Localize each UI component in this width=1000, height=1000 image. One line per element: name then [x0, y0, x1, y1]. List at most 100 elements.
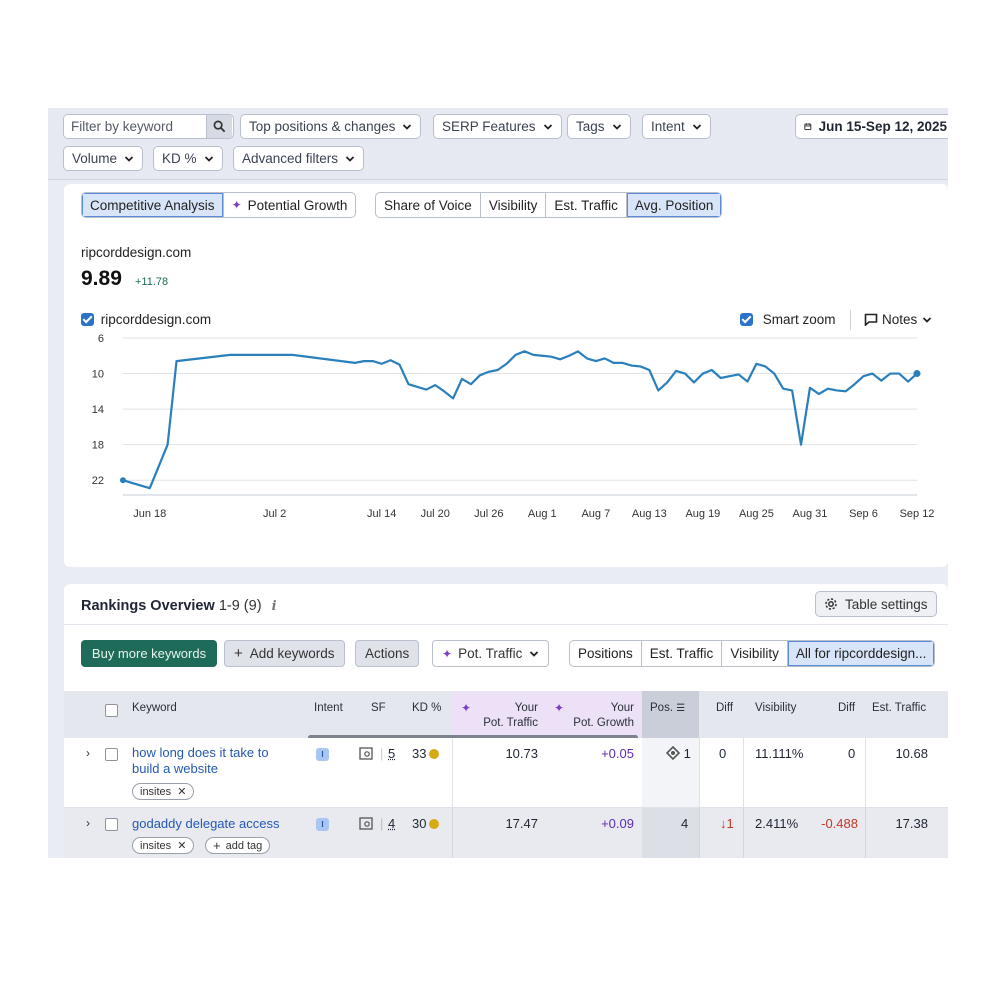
smart-zoom-toggle[interactable]: Smart zoom: [740, 312, 836, 327]
col-intent[interactable]: Intent: [314, 702, 343, 714]
visibility-cell: 11.111%: [755, 746, 804, 761]
tag-label: insites: [140, 839, 172, 852]
tab-visibility[interactable]: Visibility: [481, 193, 547, 217]
note-icon: [864, 313, 878, 326]
summary-delta: +11.78: [135, 276, 169, 288]
smart-zoom-checkbox[interactable]: [740, 313, 753, 326]
pot-traffic-dropdown[interactable]: ✦ Pot. Traffic: [432, 640, 550, 667]
col-kd[interactable]: KD %: [412, 702, 441, 714]
col-pos-label: Pos.: [650, 702, 674, 714]
divider: |: [380, 816, 384, 831]
chart-card: Competitive Analysis ✦ Potential Growth S…: [64, 184, 948, 567]
col-your-pot-growth-line2: Pot. Growth: [573, 717, 634, 729]
tab-share-of-voice[interactable]: Share of Voice: [376, 193, 481, 217]
gear-icon: [825, 598, 837, 610]
pot-growth-cell: +0.05: [601, 746, 634, 761]
row-checkbox[interactable]: [105, 818, 118, 831]
col-visibility[interactable]: Visibility: [755, 702, 796, 714]
col-your-pot-traffic-line1: Your: [514, 702, 538, 714]
kd-dropdown[interactable]: KD %: [153, 146, 223, 171]
row-checkbox[interactable]: [105, 748, 118, 761]
col-your-pot-traffic[interactable]: Your Pot. Traffic: [474, 701, 538, 731]
expand-icon[interactable]: ›: [86, 746, 90, 760]
top-positions-dropdown[interactable]: Top positions & changes: [240, 114, 422, 139]
tab-avg-position[interactable]: Avg. Position: [626, 193, 722, 217]
sf-count[interactable]: 5: [388, 746, 395, 761]
keyword-link[interactable]: godaddy delegate access: [132, 816, 279, 832]
divider: [699, 738, 700, 808]
tags-label: Tags: [576, 119, 605, 134]
tab-potential-growth-label: Potential Growth: [247, 197, 348, 213]
chevron-down-icon: [692, 123, 701, 130]
tab-competitive-analysis[interactable]: Competitive Analysis: [82, 193, 224, 217]
tab-visibility-view[interactable]: Visibility: [722, 641, 788, 666]
buy-more-keywords-button[interactable]: Buy more keywords: [81, 640, 217, 667]
search-icon[interactable]: [206, 115, 232, 138]
serp-feature-icon: [359, 747, 373, 763]
kd-label: KD %: [162, 151, 197, 166]
y-tick-label: 18: [92, 440, 104, 452]
divider: [452, 808, 453, 858]
add-tag-label: add tag: [225, 839, 263, 852]
tab-est-traffic[interactable]: Est. Traffic: [546, 193, 627, 217]
x-tick-label: Sep 12: [900, 508, 935, 520]
tag-chip[interactable]: insites ✕: [132, 783, 195, 800]
intent-dropdown[interactable]: Intent: [642, 114, 711, 139]
col-diff[interactable]: Diff: [716, 702, 733, 714]
tab-competitive-analysis-label: Competitive Analysis: [90, 197, 215, 213]
add-tag-button[interactable]: + add tag: [205, 837, 271, 854]
notes-dropdown[interactable]: Notes: [864, 312, 932, 327]
sort-icon: ☰: [676, 703, 686, 714]
sf-count[interactable]: 4: [388, 816, 395, 831]
close-icon[interactable]: ✕: [177, 839, 186, 852]
tags-dropdown[interactable]: Tags: [567, 114, 631, 139]
kd-difficulty-dot: [429, 819, 440, 829]
tab-all-for-domain-label: All for ripcorddesign...: [795, 646, 927, 661]
keyword-link[interactable]: how long does it take to build a website: [132, 745, 269, 777]
serp-features-dropdown[interactable]: SERP Features: [433, 114, 562, 139]
notes-label: Notes: [882, 312, 918, 327]
table-settings-button[interactable]: Table settings: [815, 591, 937, 617]
x-tick-label: Aug 31: [793, 508, 828, 520]
col-est-traffic[interactable]: Est. Traffic: [872, 702, 926, 714]
actions-button[interactable]: Actions: [355, 640, 420, 667]
avg-position-chart[interactable]: 6 10 14 18 22 Jun 18 Jul 2 Jul 14 Jul 20 Jul 26 Au…: [64, 334, 948, 564]
view-tabs: Positions Est. Traffic Visibility All fo…: [569, 640, 936, 667]
date-range-picker[interactable]: Jun 15-Sep 12, 2025: [795, 114, 948, 139]
legend-checkbox[interactable]: [81, 313, 94, 326]
keyword-line1: how long does it take to: [132, 745, 269, 760]
expand-icon[interactable]: ›: [86, 816, 90, 830]
col-sf[interactable]: SF: [371, 702, 386, 714]
col-keyword[interactable]: Keyword: [132, 702, 177, 714]
summary-domain: ripcorddesign.com: [81, 245, 192, 260]
volume-dropdown[interactable]: Volume: [63, 146, 144, 171]
x-tick-label: Aug 1: [528, 508, 557, 520]
divider: [850, 310, 851, 330]
tab-potential-growth[interactable]: ✦ Potential Growth: [224, 193, 356, 217]
x-tick-label: Aug 7: [581, 508, 610, 520]
x-tick-label: Jul 14: [367, 508, 396, 520]
x-tick-label: Sep 6: [849, 508, 878, 520]
advanced-filters-dropdown[interactable]: Advanced filters: [233, 146, 365, 171]
col-vis-diff[interactable]: Diff: [838, 702, 855, 714]
tab-est-traffic-view-label: Est. Traffic: [649, 646, 714, 661]
x-tick-label: Aug 19: [685, 508, 720, 520]
close-icon[interactable]: ✕: [177, 785, 186, 798]
add-keywords-button[interactable]: + Add keywords: [224, 640, 345, 667]
info-icon[interactable]: i: [272, 599, 277, 614]
plus-icon: +: [234, 645, 243, 662]
tab-positions[interactable]: Positions: [570, 641, 642, 666]
tag-chip[interactable]: insites ✕: [132, 837, 195, 854]
keyword-filter-input[interactable]: [64, 115, 206, 138]
est-traffic-cell: 10.68: [895, 746, 928, 761]
select-all-checkbox[interactable]: [105, 704, 118, 717]
legend-item[interactable]: ripcorddesign.com: [81, 312, 211, 327]
col-pos[interactable]: Pos. ☰: [650, 702, 685, 714]
tab-all-for-domain[interactable]: All for ripcorddesign...: [787, 641, 935, 666]
tab-est-traffic-view[interactable]: Est. Traffic: [642, 641, 723, 666]
serp-feature-icon: [359, 817, 373, 833]
rankings-card: Rankings Overview 1-9 (9) i Table settin…: [64, 584, 948, 858]
vis-diff-cell: -0.488: [821, 816, 858, 831]
analysis-mode-tabs: Competitive Analysis ✦ Potential Growth: [81, 192, 357, 218]
col-your-pot-growth[interactable]: Your Pot. Growth: [564, 701, 634, 731]
